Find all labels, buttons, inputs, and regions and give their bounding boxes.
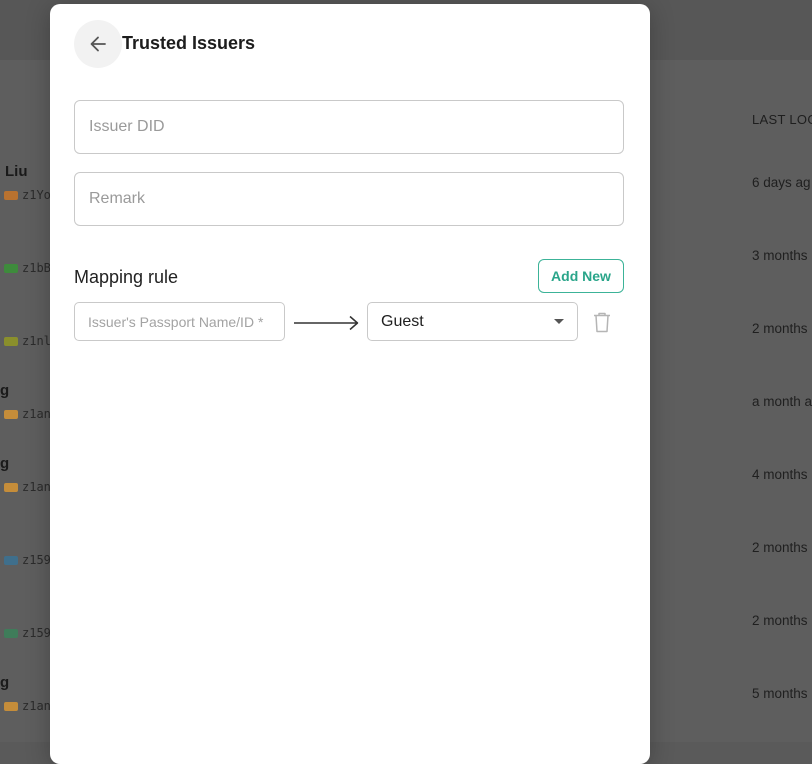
background-row-name: g bbox=[0, 455, 10, 472]
mapping-rule-label: Mapping rule bbox=[74, 267, 179, 287]
background-row-time: a month a bbox=[752, 394, 812, 409]
background-row-address: z1bB bbox=[4, 261, 51, 275]
background-row-address-text: z1an bbox=[22, 407, 51, 421]
modal-title: Trusted Issuers bbox=[122, 33, 256, 53]
background-row-address: z1Yo bbox=[4, 188, 51, 202]
wallet-chip-icon bbox=[4, 556, 18, 565]
background-row-address: z1an bbox=[4, 407, 51, 421]
background-row-address: z159 bbox=[4, 553, 51, 567]
wallet-chip-icon bbox=[4, 410, 18, 419]
background-row-address-text: z159 bbox=[22, 553, 51, 567]
wallet-chip-icon bbox=[4, 337, 18, 346]
role-select-value: Guest bbox=[381, 312, 424, 330]
caret-down-icon bbox=[554, 319, 564, 324]
background-row-time: 4 months bbox=[752, 467, 808, 482]
trusted-issuers-modal: Trusted Issuers Mapping rule Add New Gue… bbox=[50, 4, 650, 764]
background-row-name: g bbox=[0, 382, 10, 399]
background-row-address: z1an bbox=[4, 480, 51, 494]
background-row-time: 2 months bbox=[752, 321, 808, 336]
background-row-name: g bbox=[0, 674, 10, 691]
passport-name-field[interactable] bbox=[74, 302, 285, 341]
issuer-did-input[interactable] bbox=[75, 101, 623, 153]
wallet-chip-icon bbox=[4, 191, 18, 200]
background-row-address-text: z159 bbox=[22, 626, 51, 640]
arrow-left-icon bbox=[90, 36, 106, 52]
issuer-did-field[interactable] bbox=[74, 100, 624, 154]
wallet-chip-icon bbox=[4, 483, 18, 492]
background-row-time: 2 months bbox=[752, 613, 808, 628]
background-row-time: 6 days ag bbox=[752, 175, 811, 190]
background-column-header: LAST LOG bbox=[752, 112, 812, 127]
remark-field[interactable] bbox=[74, 172, 624, 226]
background-row-address-text: z1bB bbox=[22, 261, 51, 275]
background-row-address: z1an bbox=[4, 699, 51, 713]
role-select[interactable]: Guest bbox=[367, 302, 578, 341]
background-row-address-text: z1an bbox=[22, 699, 51, 713]
background-row-time: 5 months bbox=[752, 686, 808, 701]
wallet-chip-icon bbox=[4, 702, 18, 711]
background-row-address-text: z1an bbox=[22, 480, 51, 494]
background-row-time: 3 months bbox=[752, 248, 808, 263]
add-new-button[interactable]: Add New bbox=[538, 259, 624, 293]
long-arrow-right-icon bbox=[294, 315, 359, 331]
background-row-address: z1nl bbox=[4, 334, 51, 348]
background-row-name: Liu bbox=[5, 163, 28, 180]
remark-input[interactable] bbox=[75, 173, 623, 225]
back-button[interactable] bbox=[74, 20, 122, 68]
wallet-chip-icon bbox=[4, 629, 18, 638]
background-row-address-text: z1Yo bbox=[22, 188, 51, 202]
passport-name-input[interactable] bbox=[75, 303, 284, 340]
background-row-address: z159 bbox=[4, 626, 51, 640]
background-row-time: 2 months bbox=[752, 540, 808, 555]
wallet-chip-icon bbox=[4, 264, 18, 273]
background-row-address-text: z1nl bbox=[22, 334, 51, 348]
trash-icon[interactable] bbox=[592, 311, 612, 333]
